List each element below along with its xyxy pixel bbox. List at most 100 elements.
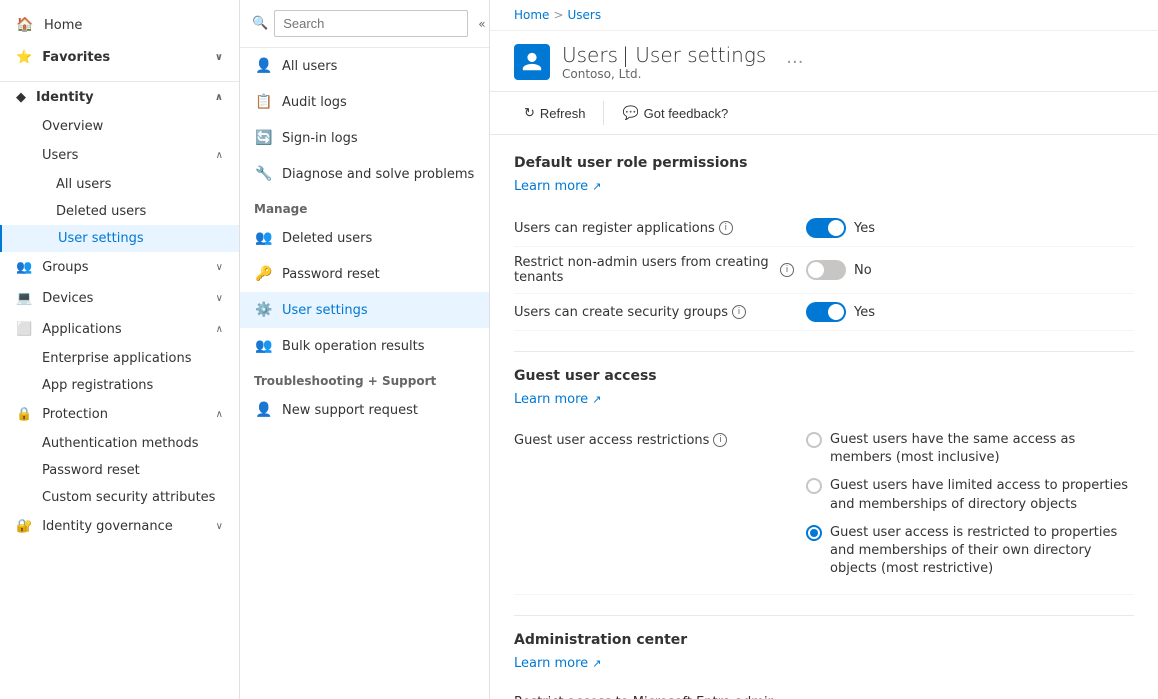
toggle-label-restrict-tenants: No	[854, 263, 872, 278]
sidebar-sub-enterprise-apps[interactable]: Enterprise applications	[0, 345, 239, 372]
sub-nav-support-request[interactable]: 👤 New support request	[240, 392, 489, 428]
setting-control-register-apps: Yes	[806, 218, 875, 238]
identity-label: Identity	[36, 90, 94, 105]
info-icon-restrict-tenants[interactable]: i	[780, 263, 794, 277]
toggle-security-groups[interactable]	[806, 302, 846, 322]
breadcrumb-home[interactable]: Home	[514, 8, 549, 22]
devices-chevron: ∨	[216, 293, 223, 304]
section-title-admin-center: Administration center	[514, 632, 1134, 648]
section-divider-1	[514, 351, 1134, 352]
feedback-button[interactable]: 💬 Got feedback?	[612, 100, 738, 126]
sidebar-sub-password-reset[interactable]: Password reset	[0, 457, 239, 484]
sidebar-item-devices[interactable]: 💻 Devices ∨	[0, 283, 239, 314]
manage-section-header: Manage	[240, 192, 489, 220]
page-title-suffix: User settings	[635, 43, 766, 67]
sidebar-sub-user-settings[interactable]: User settings	[0, 225, 239, 252]
sidebar-item-favorites[interactable]: ⭐ Favorites ∨	[0, 42, 239, 73]
section-divider-2	[514, 615, 1134, 616]
favorites-icon: ⭐	[16, 50, 32, 65]
sidebar-item-users[interactable]: Users ∧	[0, 140, 239, 171]
protection-label: Protection	[42, 407, 108, 422]
radio-text-1: Guest users have the same access as memb…	[830, 431, 1134, 467]
sidebar-item-protection[interactable]: 🔒 Protection ∧	[0, 399, 239, 430]
identity-governance-label: Identity governance	[42, 519, 173, 534]
sidebar-sub-deleted-users[interactable]: Deleted users	[0, 198, 239, 225]
search-input[interactable]	[274, 10, 468, 37]
sidebar-sub-all-users[interactable]: All users	[0, 171, 239, 198]
favorites-chevron: ∨	[215, 52, 223, 63]
learn-more-admin[interactable]: Learn more ↗	[514, 656, 1134, 671]
audit-logs-icon: 📋	[254, 92, 274, 112]
users-chevron: ∧	[216, 150, 223, 161]
collapse-panel-button[interactable]: «	[474, 15, 489, 33]
sub-nav-bulk-operations[interactable]: 👥 Bulk operation results	[240, 328, 489, 364]
content-panel: Home > Users Users | User settings Conto…	[490, 0, 1158, 699]
identity-chevron: ∧	[215, 92, 223, 103]
devices-label: Devices	[42, 291, 93, 306]
page-icon	[514, 44, 550, 80]
identity-gov-icon: 🔐	[16, 519, 32, 534]
toggle-restrict-tenants[interactable]	[806, 260, 846, 280]
refresh-icon: ↻	[524, 105, 535, 121]
sidebar-sub-app-registrations[interactable]: App registrations	[0, 372, 239, 399]
refresh-label: Refresh	[540, 106, 586, 121]
all-users-nav-label: All users	[282, 59, 337, 74]
page-title: Users | User settings	[562, 43, 766, 67]
identity-governance-chevron: ∨	[216, 521, 223, 532]
groups-label: Groups	[42, 260, 88, 275]
protection-chevron: ∧	[216, 409, 223, 420]
applications-label: Applications	[42, 322, 121, 337]
sidebar-item-applications[interactable]: ⬜ Applications ∧	[0, 314, 239, 345]
diagnose-icon: 🔧	[254, 164, 274, 184]
sub-nav-signin-logs[interactable]: 🔄 Sign-in logs	[240, 120, 489, 156]
radio-guest-restricted[interactable]: Guest user access is restricted to prope…	[806, 524, 1134, 579]
info-icon-register-apps[interactable]: i	[719, 221, 733, 235]
setting-row-register-apps: Users can register applications i Yes	[514, 210, 1134, 247]
sidebar-sub-custom-security[interactable]: Custom security attributes	[0, 484, 239, 511]
feedback-label: Got feedback?	[644, 106, 729, 121]
favorites-label: Favorites	[42, 50, 110, 65]
setting-label-security-groups: Users can create security groups i	[514, 305, 794, 320]
sidebar-item-groups[interactable]: 👥 Groups ∨	[0, 252, 239, 283]
info-icon-security-groups[interactable]: i	[732, 305, 746, 319]
devices-icon: 💻	[16, 291, 32, 306]
bulk-ops-icon: 👥	[254, 336, 274, 356]
setting-control-restrict-tenants: No	[806, 260, 872, 280]
sub-nav-all-users[interactable]: 👤 All users	[240, 48, 489, 84]
search-icon: 🔍	[252, 16, 268, 31]
external-link-icon-3: ↗	[592, 657, 601, 670]
sub-nav-audit-logs[interactable]: 📋 Audit logs	[240, 84, 489, 120]
password-reset-icon: 🔑	[254, 264, 274, 284]
sub-nav-diagnose[interactable]: 🔧 Diagnose and solve problems	[240, 156, 489, 192]
page-header-text: Users | User settings Contoso, Ltd.	[562, 43, 766, 81]
toggle-label-register-apps: Yes	[854, 221, 875, 236]
sidebar-item-identity[interactable]: ◆ Identity ∧	[0, 82, 239, 113]
protection-icon: 🔒	[16, 407, 32, 422]
sidebar: 🏠 Home ⭐ Favorites ∨ ◆ Identity ∧ Overvi…	[0, 0, 240, 699]
groups-chevron: ∨	[216, 262, 223, 273]
learn-more-guest[interactable]: Learn more ↗	[514, 392, 1134, 407]
learn-more-permissions[interactable]: Learn more ↗	[514, 179, 1134, 194]
setting-label-register-apps: Users can register applications i	[514, 221, 794, 236]
sub-nav-password-reset[interactable]: 🔑 Password reset	[240, 256, 489, 292]
breadcrumb-users[interactable]: Users	[568, 8, 602, 22]
identity-icon: ◆	[16, 90, 26, 105]
guest-radio-group: Guest users have the same access as memb…	[806, 431, 1134, 578]
toggle-thumb-register-apps	[828, 220, 844, 236]
sub-nav-deleted-users[interactable]: 👥 Deleted users	[240, 220, 489, 256]
toggle-register-apps[interactable]	[806, 218, 846, 238]
groups-icon: 👥	[16, 260, 32, 275]
info-icon-guest-restrictions[interactable]: i	[713, 433, 727, 447]
setting-control-security-groups: Yes	[806, 302, 875, 322]
sidebar-sub-auth-methods[interactable]: Authentication methods	[0, 430, 239, 457]
refresh-button[interactable]: ↻ Refresh	[514, 100, 595, 126]
radio-guest-inclusive[interactable]: Guest users have the same access as memb…	[806, 431, 1134, 467]
toggle-label-security-groups: Yes	[854, 305, 875, 320]
radio-guest-limited[interactable]: Guest users have limited access to prope…	[806, 477, 1134, 513]
sidebar-sub-overview[interactable]: Overview	[0, 113, 239, 140]
more-options-button[interactable]: ···	[786, 52, 803, 73]
sidebar-item-identity-governance[interactable]: 🔐 Identity governance ∨	[0, 511, 239, 542]
sub-nav-user-settings[interactable]: ⚙️ User settings	[240, 292, 489, 328]
sidebar-item-home[interactable]: 🏠 Home	[0, 8, 239, 42]
setting-row-admin-center: Restrict access to Microsoft Entra admin…	[514, 687, 1134, 699]
